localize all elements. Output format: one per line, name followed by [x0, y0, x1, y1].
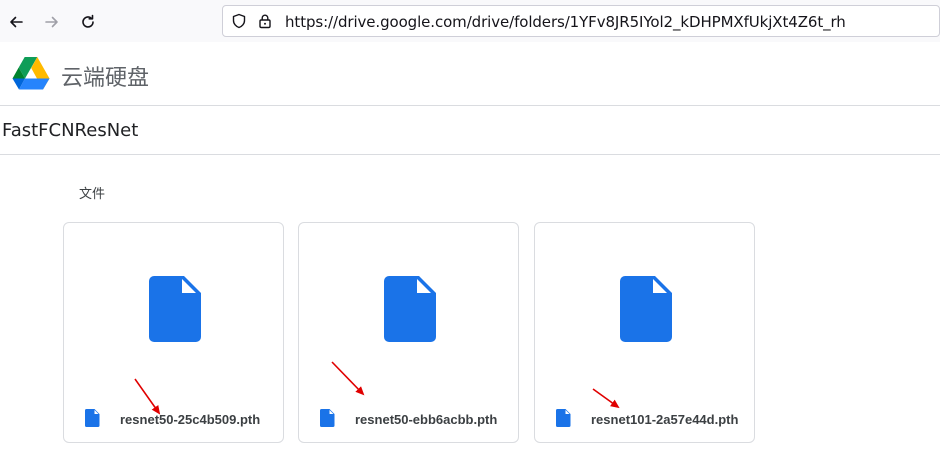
- annotation-arrow: [592, 388, 620, 409]
- annotation-arrow: [134, 378, 161, 415]
- annotation-arrows: [134, 361, 620, 415]
- annotation-arrow: [331, 361, 365, 396]
